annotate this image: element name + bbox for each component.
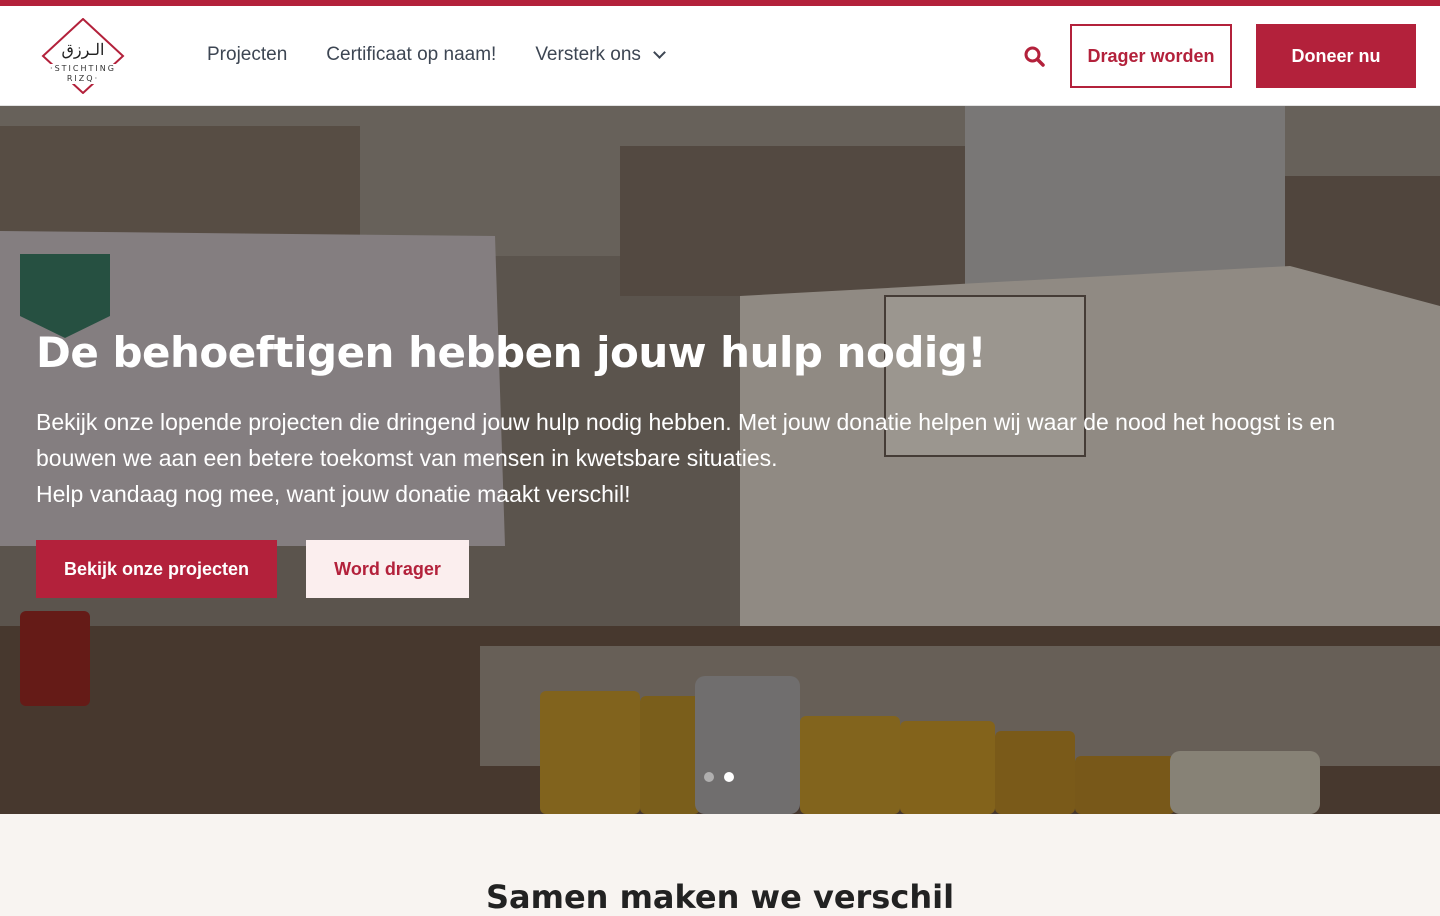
- logo-arabic-text: الـرزق: [61, 40, 105, 59]
- word-drager-button[interactable]: Word drager: [306, 540, 469, 598]
- slider-dot-active[interactable]: [724, 772, 734, 782]
- hero-slider: De behoeftigen hebben jouw hulp nodig! B…: [0, 106, 1440, 814]
- nav-item-versterk-ons[interactable]: Versterk ons: [535, 44, 666, 66]
- chevron-down-icon: [653, 46, 666, 59]
- doneer-nu-button[interactable]: Doneer nu: [1256, 24, 1416, 88]
- nav-item-label: Versterk ons: [535, 44, 641, 65]
- nav-item-certificaat[interactable]: Certificaat op naam!: [326, 44, 496, 66]
- nav-item-label: Projecten: [207, 44, 288, 65]
- main-nav: Projecten Certificaat op naam! Versterk …: [207, 44, 703, 66]
- slider-dots: [704, 772, 744, 782]
- site-header: الـرزق ·STICHTING RIZQ· Projecten Certif…: [0, 6, 1440, 106]
- nav-item-label: Certificaat op naam!: [326, 44, 497, 65]
- bekijk-projecten-button[interactable]: Bekijk onze projecten: [36, 540, 277, 598]
- logo[interactable]: الـرزق ·STICHTING RIZQ·: [32, 18, 134, 94]
- search-icon: [1024, 46, 1045, 67]
- slider-dot[interactable]: [704, 772, 714, 782]
- hero-title: De behoeftigen hebben jouw hulp nodig!: [36, 328, 987, 377]
- search-button[interactable]: [1022, 44, 1048, 70]
- hero-description: Bekijk onze lopende projecten die dringe…: [36, 404, 1406, 512]
- drager-worden-button[interactable]: Drager worden: [1070, 24, 1232, 88]
- hero-paragraph: Help vandaag nog mee, want jouw donatie …: [36, 481, 631, 507]
- section-title: Samen maken we verschil: [485, 878, 955, 916]
- hero-paragraph: Bekijk onze lopende projecten die dringe…: [36, 409, 1336, 471]
- nav-item-projecten[interactable]: Projecten: [207, 44, 287, 66]
- logo-wordmark: ·STICHTING RIZQ·: [32, 64, 134, 84]
